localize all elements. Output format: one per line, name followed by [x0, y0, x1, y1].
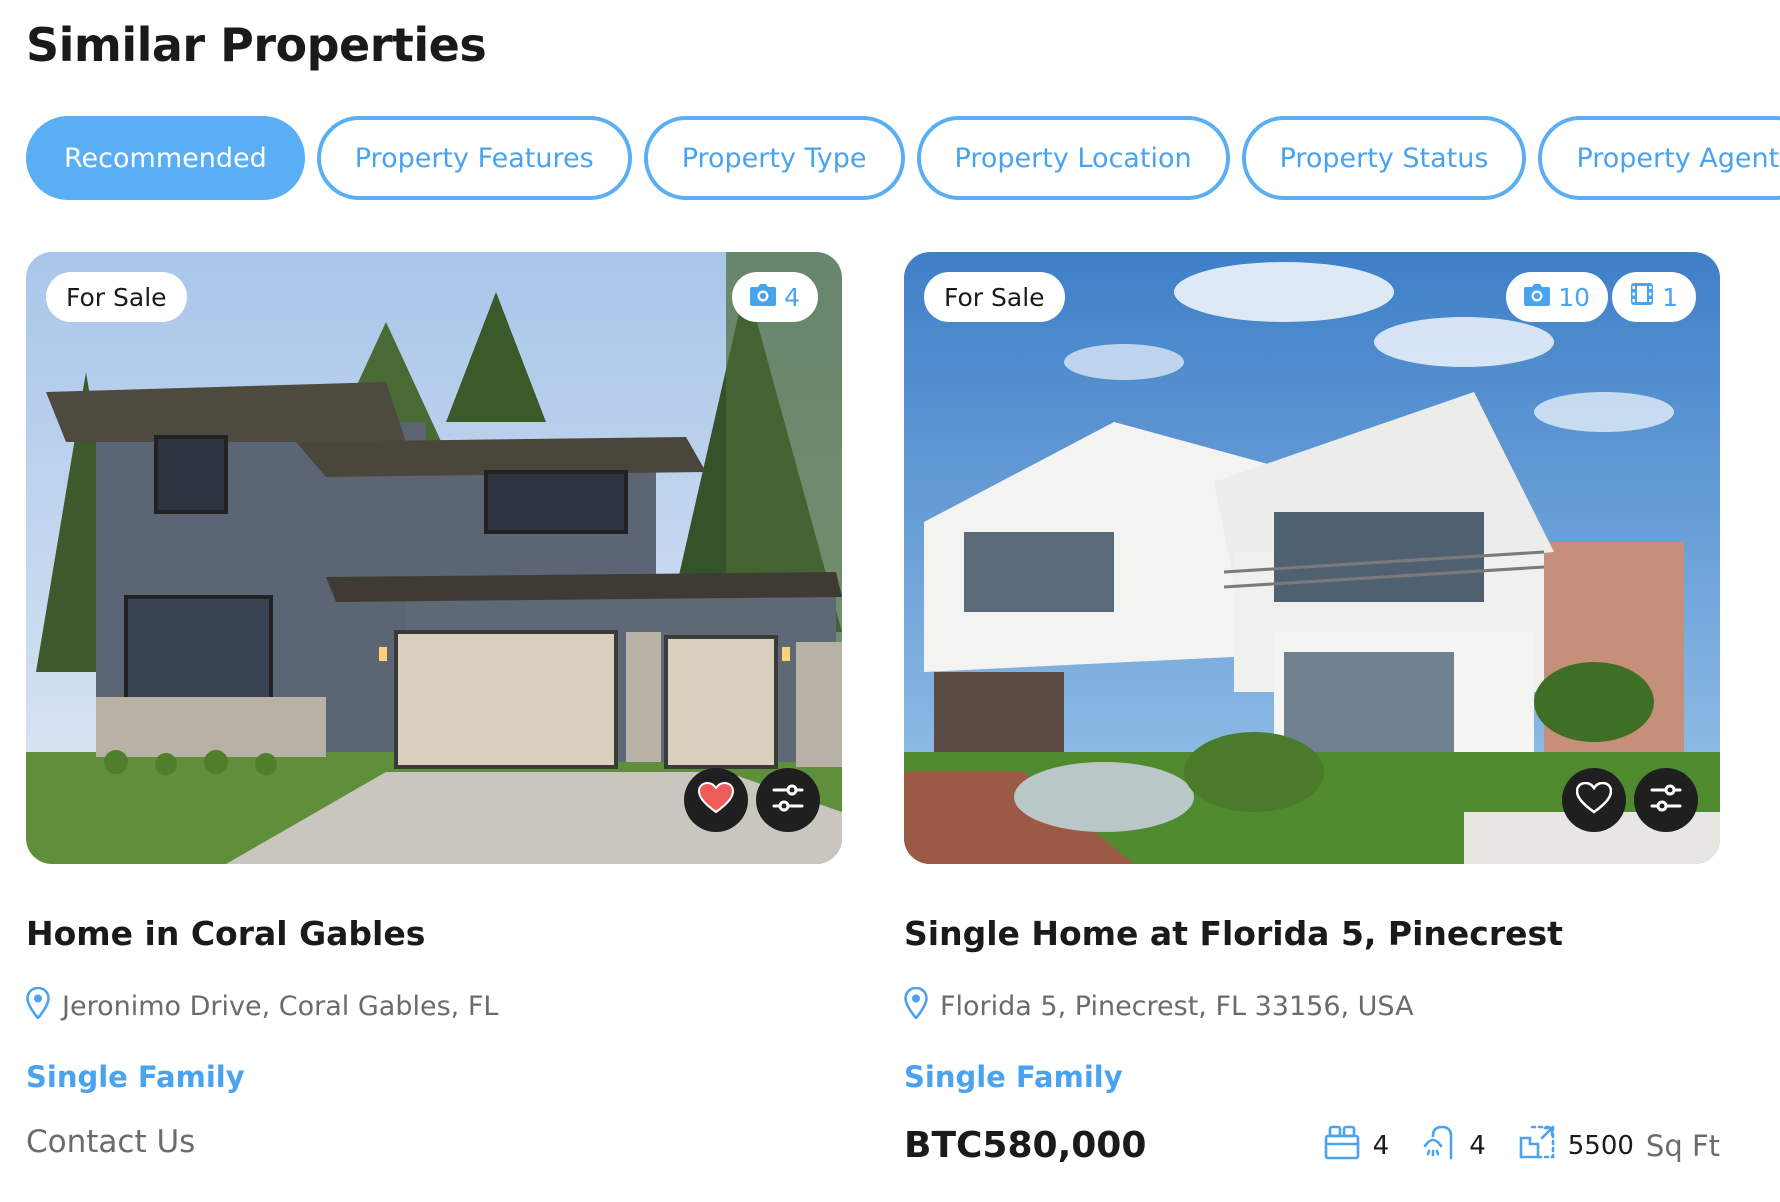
location-pin-icon — [904, 986, 928, 1026]
baths-fact: 4 — [1421, 1124, 1486, 1167]
compare-icon — [770, 780, 806, 820]
filter-tabs: Recommended Property Features Property T… — [26, 116, 1780, 200]
status-badge: For Sale — [46, 272, 187, 322]
section-title: Similar Properties — [26, 18, 487, 72]
beds-fact: 4 — [1323, 1124, 1390, 1167]
status-badge: For Sale — [924, 272, 1065, 322]
area-fact: 5500 Sq Ft — [1518, 1124, 1720, 1167]
photo-count: 4 — [784, 282, 800, 312]
property-title[interactable]: Home in Coral Gables — [26, 914, 842, 953]
property-footer: BTC580,000 4 4 5500 Sq Ft — [904, 1124, 1720, 1167]
property-image[interactable]: For Sale 10 1 — [904, 252, 1720, 864]
tab-property-type[interactable]: Property Type — [643, 116, 905, 200]
favorite-button[interactable] — [684, 768, 748, 832]
baths-count: 4 — [1469, 1130, 1486, 1161]
bed-icon — [1323, 1124, 1361, 1167]
property-footer: Contact Us — [26, 1124, 842, 1160]
compare-button[interactable] — [1634, 768, 1698, 832]
camera-icon — [750, 283, 777, 312]
beds-count: 4 — [1372, 1130, 1390, 1161]
property-price: BTC580,000 — [904, 1125, 1147, 1166]
heart-icon — [697, 781, 735, 818]
favorite-button[interactable] — [1562, 768, 1626, 832]
contact-link[interactable]: Contact Us — [26, 1124, 195, 1160]
video-count-badge[interactable]: 1 — [1612, 272, 1696, 322]
property-type[interactable]: Single Family — [904, 1060, 1720, 1094]
property-address: Jeronimo Drive, Coral Gables, FL — [26, 986, 842, 1026]
video-icon — [1630, 282, 1654, 312]
area-value: 5500 — [1567, 1130, 1634, 1161]
compare-button[interactable] — [756, 768, 820, 832]
property-type[interactable]: Single Family — [26, 1060, 842, 1094]
property-address: Florida 5, Pinecrest, FL 33156, USA — [904, 986, 1720, 1026]
address-text: Florida 5, Pinecrest, FL 33156, USA — [940, 991, 1414, 1022]
property-title[interactable]: Single Home at Florida 5, Pinecrest — [904, 914, 1720, 953]
tab-property-agent[interactable]: Property Agent — [1538, 116, 1780, 200]
photo-count-badge[interactable]: 4 — [732, 272, 818, 322]
property-image[interactable]: For Sale 4 — [26, 252, 842, 864]
video-count: 1 — [1662, 282, 1678, 312]
area-unit: Sq Ft — [1645, 1128, 1720, 1163]
tab-recommended[interactable]: Recommended — [26, 116, 305, 200]
compare-icon — [1648, 780, 1684, 820]
tab-property-status[interactable]: Property Status — [1241, 116, 1527, 200]
property-facts: 4 4 5500 Sq Ft — [1305, 1124, 1720, 1167]
location-pin-icon — [26, 986, 50, 1026]
heart-icon — [1575, 781, 1613, 818]
property-card: For Sale 10 1 Single Home at Florida 5, … — [904, 252, 1720, 1167]
area-icon — [1518, 1124, 1556, 1167]
address-text: Jeronimo Drive, Coral Gables, FL — [62, 991, 499, 1022]
similar-properties-page: Similar Properties Recommended Property … — [0, 0, 1780, 1202]
tab-property-location[interactable]: Property Location — [916, 116, 1230, 200]
property-card: For Sale 4 Home in Coral Gables Jeronimo… — [26, 252, 842, 1160]
tab-property-features[interactable]: Property Features — [316, 116, 632, 200]
photo-count: 10 — [1558, 282, 1590, 312]
shower-icon — [1421, 1124, 1457, 1167]
camera-icon — [1524, 283, 1551, 312]
photo-count-badge[interactable]: 10 — [1506, 272, 1608, 322]
